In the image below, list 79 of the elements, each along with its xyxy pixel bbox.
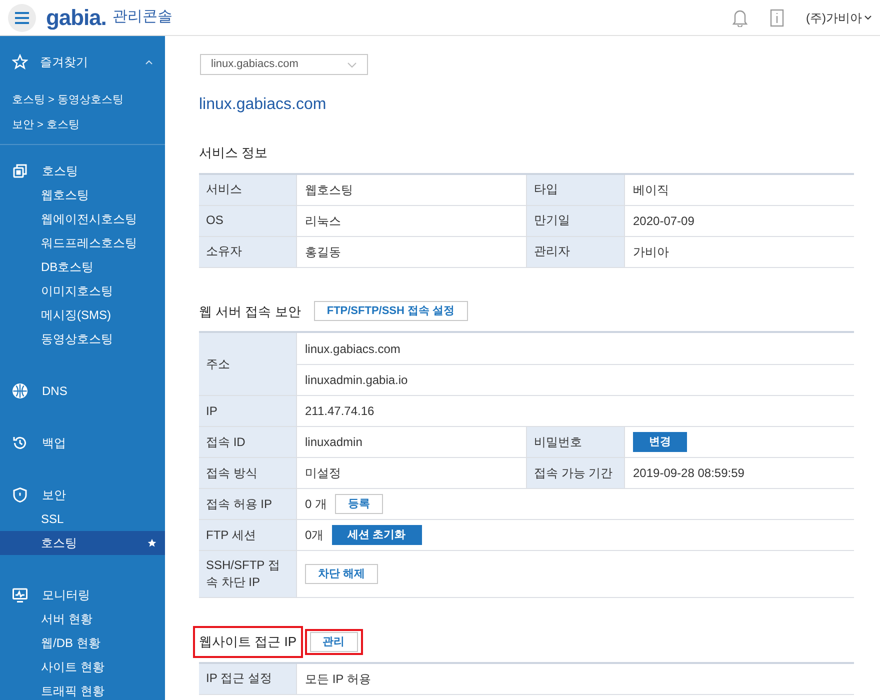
field-value: 리눅스 bbox=[305, 212, 341, 230]
action-button[interactable]: 차단 해제 bbox=[305, 564, 378, 584]
shield-icon bbox=[11, 486, 29, 504]
field-label: 비밀번호 bbox=[527, 427, 625, 457]
star-icon[interactable] bbox=[147, 538, 157, 548]
field-label: IP bbox=[199, 396, 297, 426]
field-label: 접속 ID bbox=[199, 427, 297, 457]
section-title: 서비스 정보 bbox=[199, 144, 268, 162]
app-title: 관리콘솔 bbox=[112, 7, 172, 28]
nav-item[interactable]: 메시징(SMS) bbox=[0, 303, 165, 327]
nav-item[interactable]: 웹에이전시호스팅 bbox=[0, 207, 165, 231]
field-value: 웹호스팅 bbox=[305, 182, 353, 198]
nav-group[interactable]: 보안 bbox=[0, 483, 165, 507]
section-title: 웹사이트 접근 IP bbox=[199, 633, 297, 651]
nav-item[interactable]: 워드프레스호스팅 bbox=[0, 231, 165, 255]
nav-group[interactable]: 모니터링 bbox=[0, 583, 165, 607]
favorite-link[interactable]: 호스팅 > 동영상호스팅 bbox=[0, 88, 165, 113]
copy-icon bbox=[11, 162, 29, 180]
field-value: 0개 bbox=[305, 527, 324, 544]
field-value: 미설정 bbox=[305, 465, 341, 482]
menu-icon bbox=[15, 12, 29, 24]
page-title: linux.gabiacs.com bbox=[199, 95, 328, 115]
action-button[interactable]: FTP/SFTP/SSH 접속 설정 bbox=[314, 301, 468, 322]
caret-icon bbox=[864, 14, 872, 20]
nav-item[interactable]: DB호스팅 bbox=[0, 255, 165, 279]
field-value: 모든 IP 허용 bbox=[305, 670, 371, 688]
favorite-link[interactable]: 보안 > 호스팅 bbox=[0, 113, 165, 138]
star-icon bbox=[12, 54, 28, 70]
field-label: 소유자 bbox=[199, 236, 297, 266]
field-label: SSH/SFTP 접속 차단 IP bbox=[199, 551, 297, 597]
field-value: 2020-07-09 bbox=[633, 212, 694, 230]
field-label: 타입 bbox=[527, 174, 625, 204]
nav-item[interactable]: 이미지호스팅 bbox=[0, 279, 165, 303]
bell-icon[interactable] bbox=[732, 8, 748, 26]
action-button[interactable]: 관리 bbox=[310, 632, 358, 652]
history-icon bbox=[11, 434, 29, 452]
nav-item[interactable]: 트래픽 현황 bbox=[0, 679, 165, 700]
section-title: 웹 서버 접속 보안 bbox=[199, 302, 301, 320]
field-label: 주소 bbox=[199, 333, 297, 395]
nav-item[interactable]: 웹/DB 현황 bbox=[0, 631, 165, 655]
field-label: 접속 가능 기간 bbox=[527, 458, 625, 488]
nav-group[interactable]: DNS bbox=[0, 379, 165, 403]
globe-icon bbox=[11, 382, 29, 400]
nav-item[interactable]: SSL bbox=[0, 507, 165, 531]
field-label: IP 접근 설정 bbox=[199, 664, 297, 694]
field-value: 가비아 bbox=[633, 244, 669, 260]
field-label: 관리자 bbox=[527, 236, 625, 266]
favorites-header[interactable]: 즐겨찾기 bbox=[0, 36, 165, 88]
nav-group[interactable]: 호스팅 bbox=[0, 159, 165, 183]
account-menu[interactable]: (주)가비아 bbox=[806, 8, 872, 26]
monitor-icon bbox=[11, 586, 29, 604]
chevron-down-icon bbox=[347, 62, 357, 68]
action-button[interactable]: 등록 bbox=[335, 494, 384, 514]
nav-item[interactable]: 웹호스팅 bbox=[0, 183, 165, 207]
notebook-icon[interactable] bbox=[770, 8, 784, 26]
field-label: 서비스 bbox=[199, 174, 297, 204]
nav-item[interactable]: 서버 현황 bbox=[0, 607, 165, 631]
field-value: 211.47.74.16 bbox=[305, 403, 374, 420]
field-value: linux.gabiacs.com bbox=[304, 340, 402, 358]
nav-group[interactable]: 백업 bbox=[0, 431, 165, 455]
field-value: 0 개 bbox=[305, 496, 328, 513]
field-value: 베이직 bbox=[633, 182, 669, 198]
menu-button[interactable] bbox=[8, 4, 36, 32]
field-label: FTP 세션 bbox=[199, 520, 297, 550]
field-label: OS bbox=[199, 206, 297, 236]
nav-item[interactable]: 호스팅 bbox=[0, 531, 165, 555]
field-label: 접속 방식 bbox=[199, 458, 297, 488]
domain-select[interactable]: linux.gabiacs.com bbox=[200, 54, 368, 75]
nav-item[interactable]: 동영상호스팅 bbox=[0, 327, 165, 351]
field-label: 접속 허용 IP bbox=[199, 489, 297, 519]
action-button[interactable]: 변경 bbox=[633, 432, 687, 452]
field-value: linuxadmin.gabia.io bbox=[297, 364, 854, 395]
field-value: 홍길동 bbox=[305, 244, 341, 260]
nav-item[interactable]: 사이트 현황 bbox=[0, 655, 165, 679]
action-button[interactable]: 세션 초기화 bbox=[332, 525, 422, 545]
field-value: 2019-09-28 08:59:59 bbox=[633, 465, 744, 482]
field-label: 만기일 bbox=[527, 206, 625, 236]
logo[interactable]: gabia. bbox=[46, 6, 106, 28]
field-value: linuxadmin bbox=[305, 434, 362, 451]
